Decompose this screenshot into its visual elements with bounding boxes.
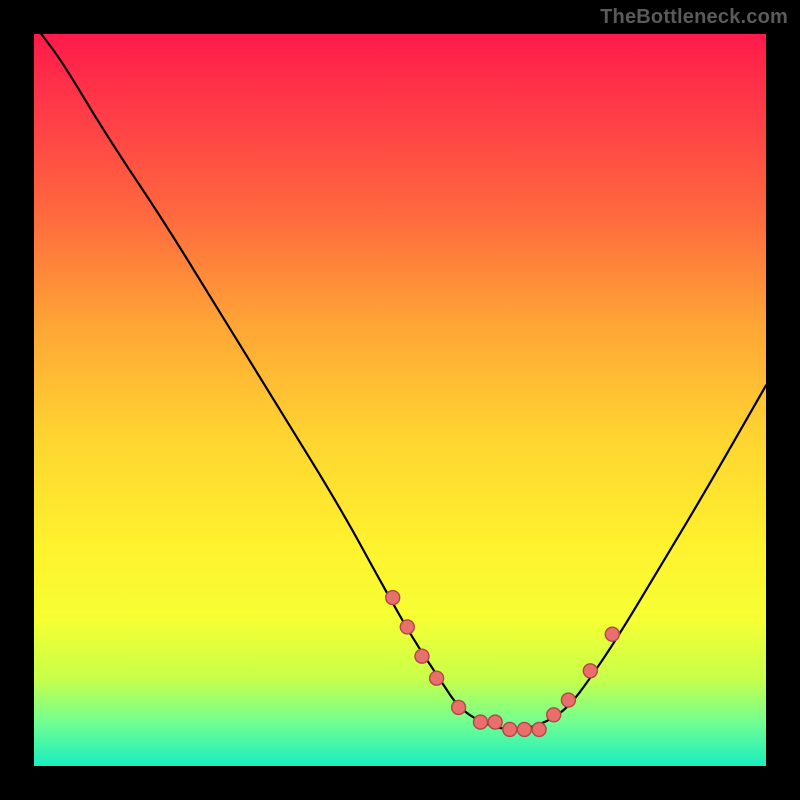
chart-svg — [34, 34, 766, 766]
watermark-text: TheBottleneck.com — [600, 6, 788, 29]
marker-dot — [430, 671, 444, 685]
marker-dot — [400, 620, 414, 634]
chart-frame: TheBottleneck.com — [0, 0, 800, 800]
marker-group — [386, 591, 620, 737]
marker-dot — [488, 715, 502, 729]
marker-dot — [561, 693, 575, 707]
marker-dot — [452, 700, 466, 714]
marker-dot — [517, 722, 531, 736]
marker-dot — [547, 708, 561, 722]
marker-dot — [583, 664, 597, 678]
marker-dot — [474, 715, 488, 729]
marker-dot — [532, 722, 546, 736]
marker-dot — [503, 722, 517, 736]
marker-dot — [415, 649, 429, 663]
marker-dot — [386, 591, 400, 605]
plot-area — [34, 34, 766, 766]
marker-dot — [605, 627, 619, 641]
